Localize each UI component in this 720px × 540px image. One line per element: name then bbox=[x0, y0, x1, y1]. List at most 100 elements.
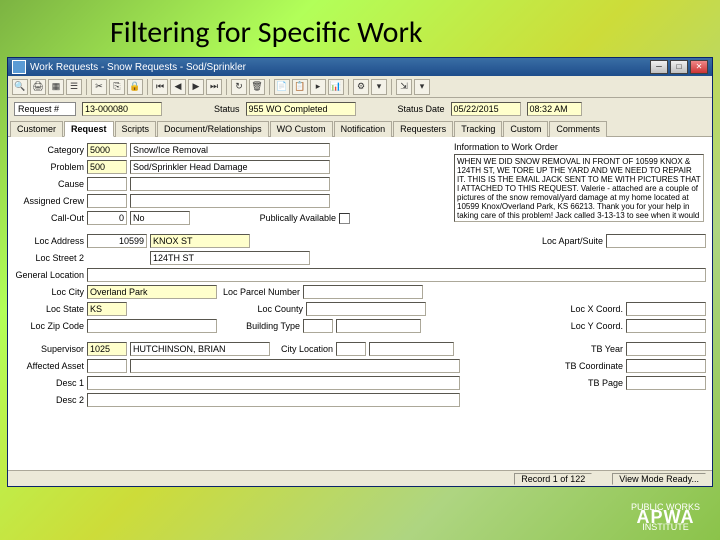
cause-code-field[interactable] bbox=[87, 177, 127, 191]
affected-code-field[interactable] bbox=[87, 359, 127, 373]
tab-customer[interactable]: Customer bbox=[10, 121, 63, 137]
assigned-label: Assigned Crew bbox=[14, 196, 84, 206]
tab-scripts[interactable]: Scripts bbox=[115, 121, 157, 137]
tab-tracking[interactable]: Tracking bbox=[454, 121, 502, 137]
grid-icon[interactable]: ▦ bbox=[48, 79, 64, 95]
bldgtype-label: Building Type bbox=[220, 321, 300, 331]
supervisor-name-field[interactable]: HUTCHINSON, BRIAN bbox=[130, 342, 270, 356]
tool1-icon[interactable]: ⚙ bbox=[353, 79, 369, 95]
callout-desc-field[interactable]: No bbox=[130, 211, 190, 225]
assigned-code-field[interactable] bbox=[87, 194, 127, 208]
chart-icon[interactable]: 📊 bbox=[328, 79, 344, 95]
category-code-field[interactable]: 5000 bbox=[87, 143, 127, 157]
print-icon[interactable]: 🖨 bbox=[30, 79, 46, 95]
tab-notification[interactable]: Notification bbox=[334, 121, 393, 137]
next-icon[interactable]: ▶ bbox=[188, 79, 204, 95]
locaddr-street-field[interactable]: KNOX ST bbox=[150, 234, 250, 248]
refresh-icon[interactable]: ↻ bbox=[231, 79, 247, 95]
tab-request[interactable]: Request bbox=[64, 121, 114, 137]
loccounty-label: Loc County bbox=[223, 304, 303, 314]
cause-desc-field[interactable] bbox=[130, 177, 330, 191]
copy-icon[interactable]: ⎘ bbox=[109, 79, 125, 95]
affected-desc-field[interactable] bbox=[130, 359, 460, 373]
info-textarea[interactable]: WHEN WE DID SNOW REMOVAL IN FRONT OF 105… bbox=[454, 154, 704, 222]
cityloc-desc-field[interactable] bbox=[369, 342, 454, 356]
form1-icon[interactable]: 📄 bbox=[274, 79, 290, 95]
export-icon[interactable]: ⇲ bbox=[396, 79, 412, 95]
tab-custom[interactable]: Custom bbox=[503, 121, 548, 137]
assigned-desc-field[interactable] bbox=[130, 194, 330, 208]
info-label: Information to Work Order bbox=[454, 142, 704, 152]
locaddr-num-field[interactable]: 10599 bbox=[87, 234, 147, 248]
tool2-icon[interactable]: ▾ bbox=[371, 79, 387, 95]
problem-code-field[interactable]: 500 bbox=[87, 160, 127, 174]
locstate-field[interactable]: KS bbox=[87, 302, 127, 316]
locstate-label: Loc State bbox=[14, 304, 84, 314]
view-mode: View Mode Ready... bbox=[612, 473, 706, 485]
desc2-field[interactable] bbox=[87, 393, 460, 407]
cityloc-code-field[interactable] bbox=[336, 342, 366, 356]
statusdate-label: Status Date bbox=[398, 104, 445, 114]
tab-comments[interactable]: Comments bbox=[549, 121, 607, 137]
category-desc-field[interactable]: Snow/Ice Removal bbox=[130, 143, 330, 157]
problem-desc-field[interactable]: Sod/Sprinkler Head Damage bbox=[130, 160, 330, 174]
genloc-field[interactable] bbox=[87, 268, 706, 282]
locxcoord-label: Loc X Coord. bbox=[563, 304, 623, 314]
app-window: Work Requests - Snow Requests - Sod/Spri… bbox=[7, 57, 713, 487]
locycoord-field[interactable] bbox=[626, 319, 706, 333]
loczip-field[interactable] bbox=[87, 319, 217, 333]
status-field[interactable]: 955 WO Completed bbox=[246, 102, 356, 116]
search-icon[interactable]: 🔍 bbox=[12, 79, 28, 95]
toolbar: 🔍 🖨 ▦ ☰ ✂ ⎘ 🔒 ⏮ ◀ ▶ ⏭ ↻ 🗑 📄 📋 ▸ 📊 ⚙ ▾ ⇲ … bbox=[8, 76, 712, 98]
locparcel-label: Loc Parcel Number bbox=[220, 287, 300, 297]
tbyear-label: TB Year bbox=[563, 344, 623, 354]
callout-label: Call-Out bbox=[14, 213, 84, 223]
callout-code-field[interactable]: 0 bbox=[87, 211, 127, 225]
supervisor-code-field[interactable]: 1025 bbox=[87, 342, 127, 356]
request-number-field[interactable]: 13-000080 bbox=[82, 102, 162, 116]
cause-label: Cause bbox=[14, 179, 84, 189]
pubavail-checkbox[interactable] bbox=[339, 213, 350, 224]
locstreet2-field[interactable]: 124TH ST bbox=[150, 251, 310, 265]
minimize-button[interactable]: ─ bbox=[650, 60, 668, 74]
desc1-field[interactable] bbox=[87, 376, 460, 390]
locaddr-label: Loc Address bbox=[14, 236, 84, 246]
prev-icon[interactable]: ◀ bbox=[170, 79, 186, 95]
tab-documents[interactable]: Document/Relationships bbox=[157, 121, 269, 137]
form2-icon[interactable]: 📋 bbox=[292, 79, 308, 95]
locparcel-field[interactable] bbox=[303, 285, 423, 299]
locxcoord-field[interactable] bbox=[626, 302, 706, 316]
bldgtype-code-field[interactable] bbox=[303, 319, 333, 333]
tbyear-field[interactable] bbox=[626, 342, 706, 356]
statusdate-date-field[interactable]: 05/22/2015 bbox=[451, 102, 521, 116]
genloc-label: General Location bbox=[14, 270, 84, 280]
statusdate-time-field[interactable]: 08:32 AM bbox=[527, 102, 582, 116]
tbpage-label: TB Page bbox=[563, 378, 623, 388]
flag-icon[interactable]: ▸ bbox=[310, 79, 326, 95]
logo-mid: APWA bbox=[631, 512, 700, 522]
locapt-field[interactable] bbox=[606, 234, 706, 248]
problem-label: Problem bbox=[14, 162, 84, 172]
info-to-workorder: Information to Work Order WHEN WE DID SN… bbox=[454, 142, 704, 222]
delete-icon[interactable]: 🗑 bbox=[249, 79, 265, 95]
cut-icon[interactable]: ✂ bbox=[91, 79, 107, 95]
lock-icon[interactable]: 🔒 bbox=[127, 79, 143, 95]
first-icon[interactable]: ⏮ bbox=[152, 79, 168, 95]
loccity-label: Loc City bbox=[14, 287, 84, 297]
loccity-field[interactable]: Overland Park bbox=[87, 285, 217, 299]
loccounty-field[interactable] bbox=[306, 302, 426, 316]
tab-wocustom[interactable]: WO Custom bbox=[270, 121, 333, 137]
tree-icon[interactable]: ☰ bbox=[66, 79, 82, 95]
maximize-button[interactable]: □ bbox=[670, 60, 688, 74]
pubavail-label: Publically Available bbox=[246, 213, 336, 223]
tbpage-field[interactable] bbox=[626, 376, 706, 390]
tbcoord-label: TB Coordinate bbox=[563, 361, 623, 371]
titlebar: Work Requests - Snow Requests - Sod/Spri… bbox=[8, 58, 712, 76]
tbcoord-field[interactable] bbox=[626, 359, 706, 373]
close-button[interactable]: ✕ bbox=[690, 60, 708, 74]
tab-requesters[interactable]: Requesters bbox=[393, 121, 453, 137]
bldgtype-desc-field[interactable] bbox=[336, 319, 421, 333]
more-icon[interactable]: ▾ bbox=[414, 79, 430, 95]
record-count: Record 1 of 122 bbox=[514, 473, 592, 485]
last-icon[interactable]: ⏭ bbox=[206, 79, 222, 95]
